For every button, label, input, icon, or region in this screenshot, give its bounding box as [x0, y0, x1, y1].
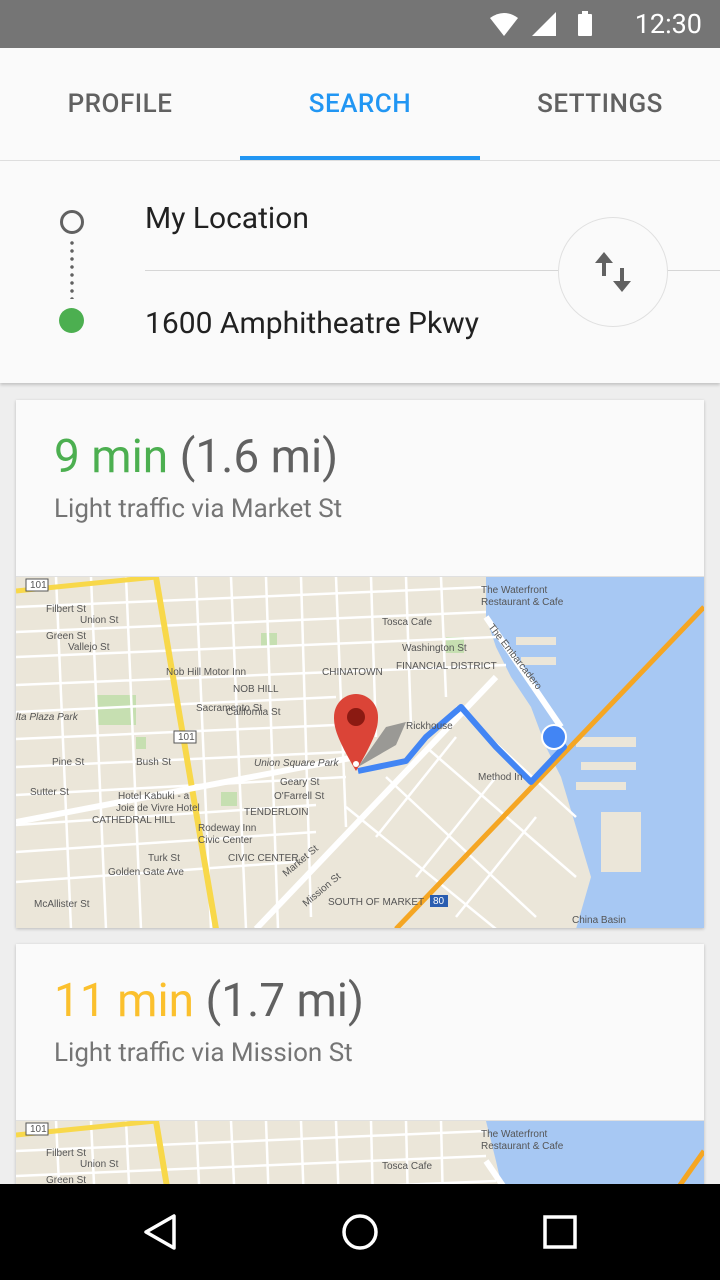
- route-panel: My Location 1600 Amphitheatre Pkwy: [0, 161, 720, 383]
- svg-text:Restaurant & Cafe: Restaurant & Cafe: [481, 1141, 564, 1152]
- svg-text:CHINATOWN: CHINATOWN: [322, 667, 383, 678]
- eta-time: 9 min: [54, 430, 169, 484]
- svg-text:Restaurant & Cafe: Restaurant & Cafe: [481, 597, 564, 608]
- svg-text:Tosca Cafe: Tosca Cafe: [382, 1161, 432, 1172]
- route-map[interactable]: 101 101 80 The Waterfront Restaurant & C…: [16, 576, 704, 928]
- origin-circle-icon: [60, 210, 84, 234]
- origin-field[interactable]: My Location: [145, 201, 309, 236]
- recents-button[interactable]: [440, 1184, 680, 1280]
- back-triangle-icon: [144, 1214, 176, 1250]
- eta-time: 11 min: [54, 974, 195, 1028]
- route-option-card[interactable]: 9 min (1.6 mi) Light traffic via Market …: [16, 400, 704, 928]
- svg-text:Joie de Vivre Hotel: Joie de Vivre Hotel: [116, 803, 200, 814]
- svg-text:Geary St: Geary St: [280, 777, 320, 788]
- swap-vertical-icon: [595, 252, 631, 292]
- svg-text:TENDERLOIN: TENDERLOIN: [244, 807, 308, 818]
- tab-settings[interactable]: SETTINGS: [480, 48, 720, 160]
- traffic-description: Light traffic via Market St: [54, 494, 343, 524]
- svg-text:CIVIC CENTER: CIVIC CENTER: [228, 853, 299, 864]
- svg-text:Washington St: Washington St: [402, 643, 467, 654]
- swap-route-button[interactable]: [558, 217, 668, 327]
- svg-text:Golden Gate Ave: Golden Gate Ave: [108, 867, 184, 878]
- current-location-icon: [541, 724, 567, 750]
- svg-text:McAllister St: McAllister St: [34, 899, 90, 910]
- svg-text:Hotel Kabuki - a: Hotel Kabuki - a: [118, 791, 190, 802]
- eta: 9 min (1.6 mi): [54, 430, 338, 484]
- tab-indicator: [240, 156, 480, 160]
- tab-bar: PROFILE SEARCH SETTINGS: [0, 48, 720, 161]
- battery-icon: [578, 14, 592, 36]
- svg-text:The Waterfront: The Waterfront: [481, 1129, 548, 1140]
- svg-text:Vallejo St: Vallejo St: [68, 642, 110, 653]
- svg-text:80: 80: [433, 896, 445, 907]
- svg-text:lta Plaza Park: lta Plaza Park: [16, 712, 79, 723]
- route-dotted-line: [70, 239, 74, 299]
- svg-text:China Basin: China Basin: [572, 915, 626, 926]
- status-time: 12:30: [634, 8, 702, 40]
- svg-text:Filbert St: Filbert St: [46, 604, 86, 615]
- status-bar: 12:30: [0, 0, 720, 48]
- svg-text:Method In: Method In: [478, 772, 522, 783]
- svg-text:NOB HILL: NOB HILL: [233, 684, 279, 695]
- svg-text:Rickhouse: Rickhouse: [406, 721, 453, 732]
- svg-text:SOUTH OF MARKET: SOUTH OF MARKET: [328, 897, 424, 908]
- svg-text:CATHEDRAL HILL: CATHEDRAL HILL: [92, 815, 176, 826]
- map-graphic: 101 101 80 The Waterfront Restaurant & C…: [16, 577, 704, 928]
- home-circle-icon: [342, 1214, 378, 1250]
- svg-text:Tosca Cafe: Tosca Cafe: [382, 617, 432, 628]
- svg-text:Union Square Park: Union Square Park: [254, 758, 339, 769]
- destination-field[interactable]: 1600 Amphitheatre Pkwy: [145, 306, 479, 341]
- svg-text:Green St: Green St: [46, 631, 86, 642]
- tab-profile[interactable]: PROFILE: [0, 48, 240, 160]
- traffic-description: Light traffic via Mission St: [54, 1038, 353, 1068]
- svg-text:101: 101: [178, 732, 195, 743]
- route-option-card[interactable]: 11 min (1.7 mi) Light traffic via Missio…: [16, 944, 704, 1204]
- svg-text:FINANCIAL DISTRICT: FINANCIAL DISTRICT: [396, 661, 497, 672]
- svg-text:O'Farrell St: O'Farrell St: [274, 791, 324, 802]
- tab-search[interactable]: SEARCH: [240, 48, 480, 160]
- eta: 11 min (1.7 mi): [54, 974, 364, 1028]
- svg-text:Union St: Union St: [80, 1159, 119, 1170]
- destination-dot-icon: [59, 308, 84, 333]
- svg-text:Bush St: Bush St: [136, 757, 171, 768]
- wifi-icon: [490, 13, 518, 36]
- svg-text:Rodeway Inn: Rodeway Inn: [198, 823, 256, 834]
- svg-text:101: 101: [30, 580, 47, 591]
- eta-distance: (1.7 mi): [205, 974, 364, 1028]
- svg-text:Pine St: Pine St: [52, 757, 84, 768]
- status-icons: [490, 11, 592, 36]
- svg-text:Nob Hill Motor Inn: Nob Hill Motor Inn: [166, 667, 246, 678]
- signal-icon: [532, 12, 556, 36]
- eta-distance: (1.6 mi): [179, 430, 339, 484]
- recents-square-icon: [543, 1215, 577, 1249]
- svg-text:101: 101: [30, 1124, 47, 1135]
- svg-text:Turk St: Turk St: [148, 853, 180, 864]
- svg-text:Union St: Union St: [80, 615, 119, 626]
- svg-text:Filbert St: Filbert St: [46, 1148, 86, 1159]
- svg-text:Sutter St: Sutter St: [30, 787, 69, 798]
- svg-text:Sacramento St: Sacramento St: [196, 703, 262, 714]
- svg-text:Civic Center: Civic Center: [198, 835, 253, 846]
- navigation-bar: [0, 1184, 720, 1280]
- svg-text:The Waterfront: The Waterfront: [481, 585, 548, 596]
